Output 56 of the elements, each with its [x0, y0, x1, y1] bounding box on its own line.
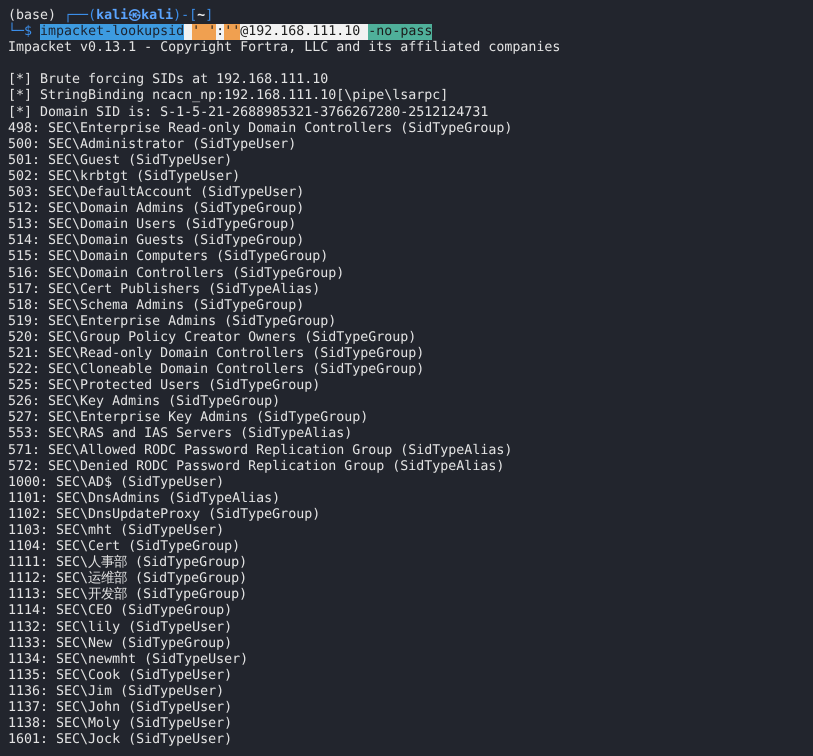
output-line: 1137: SEC\John (SidTypeUser) — [8, 700, 232, 716]
output-line: [*] Domain SID is: S-1-5-21-2688985321-3766267280-2512124731 — [8, 104, 488, 121]
output-line: 512: SEC\Domain Admins (SidTypeGroup) — [8, 201, 304, 218]
output-line: 1135: SEC\Cook (SidTypeUser) — [8, 668, 232, 684]
output-line: 1103: SEC\mht (SidTypeUser) — [8, 523, 224, 540]
output-line: 527: SEC\Enterprise Key Admins (SidTypeGroup) — [8, 410, 368, 426]
prompt-frame: ┌──( — [64, 8, 96, 24]
command-token: @192.168.111.10 — [240, 24, 368, 40]
output-line: [*] StringBinding ncacn_np:192.168.111.10[\pipe\lsarpc] — [8, 88, 448, 105]
output-line: 501: SEC\Guest (SidTypeUser) — [8, 152, 232, 169]
output-line: 514: SEC\Domain Guests (SidTypeGroup) — [8, 233, 304, 250]
output-line: 1102: SEC\DnsUpdateProxy (SidTypeGroup) — [8, 506, 320, 523]
current-path: ~ — [197, 8, 206, 24]
output-line: 517: SEC\Cert Publishers (SidTypeAlias) — [8, 282, 320, 298]
prompt-symbol: └─$ — [8, 24, 32, 40]
output-line: Impacket v0.13.1 - Copyright Fortra, LLC and its affiliated companies — [8, 40, 560, 56]
output-line: 516: SEC\Domain Controllers (SidTypeGroup) — [8, 266, 344, 282]
output-line: 1134: SEC\newmht (SidTypeUser) — [8, 652, 248, 668]
output-line: 515: SEC\Domain Computers (SidTypeGroup) — [8, 249, 328, 266]
output-line: 526: SEC\Key Admins (SidTypeGroup) — [8, 394, 280, 410]
output-line: 1113: SEC\开发部 (SidTypeGroup) — [8, 587, 248, 604]
prompt-frame: )-[ — [173, 8, 198, 24]
output-line: 1136: SEC\Jim (SidTypeUser) — [8, 684, 224, 700]
command-token: impacket-lookupsid — [40, 24, 192, 40]
output-line: 502: SEC\krbtgt (SidTypeUser) — [8, 168, 240, 186]
output-line: 1138: SEC\Moly (SidTypeUser) — [8, 716, 232, 732]
output-line: 525: SEC\Protected Users (SidTypeGroup) — [8, 378, 320, 394]
output-line: 1132: SEC\lily (SidTypeUser) — [8, 620, 232, 636]
output-line: [*] Brute forcing SIDs at 192.168.111.10 — [8, 72, 328, 88]
command-token: : — [216, 24, 224, 40]
output-line: 503: SEC\DefaultAccount (SidTypeUser) — [8, 185, 304, 202]
output-line: 513: SEC\Domain Users (SidTypeGroup) — [8, 217, 296, 234]
prompt-frame: ] — [205, 8, 214, 24]
output-line: 1104: SEC\Cert (SidTypeGroup) — [8, 539, 240, 554]
command-token: -no-pass — [368, 24, 432, 40]
output-line: 1601: SEC\Jock (SidTypeUser) — [8, 732, 232, 748]
output-line: 519: SEC\Enterprise Admins (SidTypeGroup) — [8, 314, 336, 330]
output-line: 572: SEC\Denied RODC Password Replication Group (SidTypeAlias) — [8, 458, 504, 475]
output-line: 518: SEC\Schema Admins (SidTypeGroup) — [8, 298, 304, 314]
output-line: 521: SEC\Read-only Domain Controllers (SidTypeGroup) — [8, 346, 424, 362]
output-line: 1114: SEC\CEO (SidTypeGroup) — [8, 603, 232, 620]
user-host: kali㉿kali — [96, 8, 174, 24]
output-line: 498: SEC\Enterprise Read-only Domain Controllers (SidTypeGroup) — [8, 120, 512, 137]
command-token: ' ' — [192, 24, 216, 40]
output-line: 522: SEC\Cloneable Domain Controllers (SidTypeGroup) — [8, 362, 424, 378]
output-line: 1101: SEC\DnsAdmins (SidTypeAlias) — [8, 490, 280, 507]
output-line: 1112: SEC\运维部 (SidTypeGroup) — [8, 571, 248, 586]
output-line: 500: SEC\Administrator (SidTypeUser) — [8, 136, 296, 153]
output-line: 1111: SEC\人事部 (SidTypeGroup) — [8, 555, 248, 570]
output-line: 1000: SEC\AD$ (SidTypeUser) — [8, 474, 224, 491]
output-line: 553: SEC\RAS and IAS Servers (SidTypeAlias) — [8, 426, 352, 443]
output-line: 1133: SEC\New (SidTypeGroup) — [8, 636, 232, 652]
env-label: (base) — [8, 8, 56, 23]
output-line: 520: SEC\Group Policy Creator Owners (SidTypeGroup) — [8, 330, 416, 346]
command-token: '' — [224, 24, 240, 40]
output-line: 571: SEC\Allowed RODC Password Replication Group (SidTypeAlias) — [8, 442, 512, 459]
